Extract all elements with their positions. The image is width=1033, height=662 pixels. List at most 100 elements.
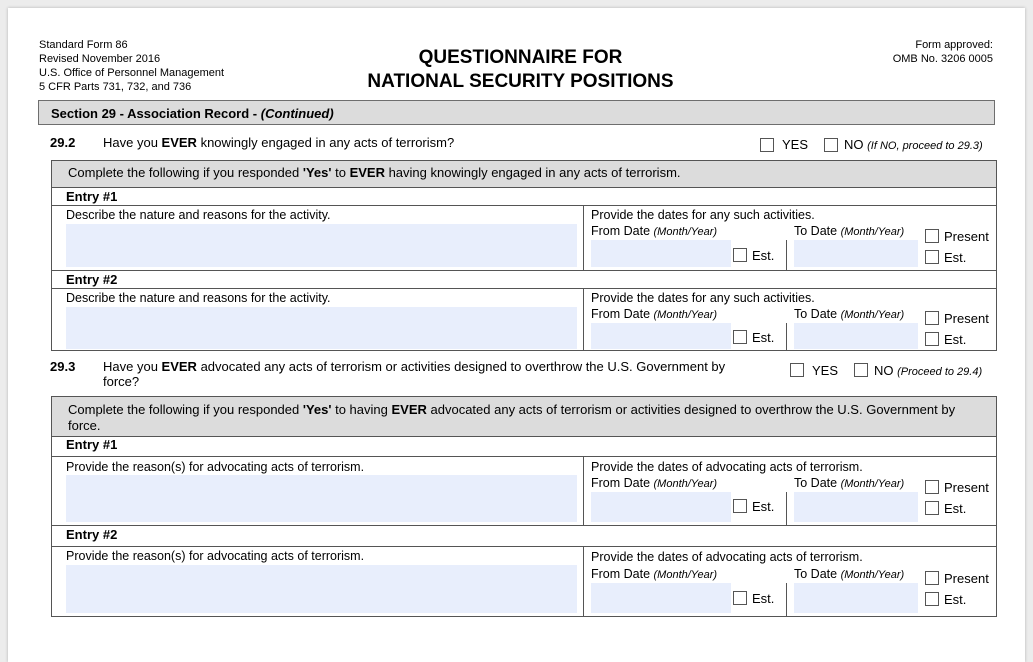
question-text-part: knowingly engaged in any acts of terrori… <box>196 135 455 150</box>
present-checkbox[interactable] <box>925 571 939 585</box>
question-text-part: advocated any acts of terrorism or activ… <box>196 359 726 374</box>
est-label: Est. <box>752 330 775 345</box>
title-line-1: QUESTIONNAIRE FOR <box>418 47 623 68</box>
divider <box>51 270 997 271</box>
form-agency: U.S. Office of Personnel Management <box>39 67 225 79</box>
instruction-yes: 'Yes' <box>302 402 332 417</box>
description-label: Provide the reason(s) for advocating act… <box>66 549 365 563</box>
form-cfr: 5 CFR Parts 731, 732, and 736 <box>39 81 192 93</box>
form-revision: Revised November 2016 <box>39 53 161 65</box>
divider <box>51 288 997 289</box>
month-year-hint: (Month/Year) <box>653 226 718 238</box>
to-est-checkbox[interactable] <box>925 501 939 515</box>
present-checkbox[interactable] <box>925 229 939 243</box>
from-est-checkbox[interactable] <box>733 330 747 344</box>
to-est-checkbox[interactable] <box>925 250 939 264</box>
month-year-hint: (Month/Year) <box>840 309 905 321</box>
est-label: Est. <box>944 501 967 516</box>
description-field[interactable] <box>66 475 577 522</box>
present-label: Present <box>944 571 989 586</box>
description-field[interactable] <box>66 565 577 613</box>
instruction-29-3: Complete the following if you responded … <box>52 397 996 437</box>
from-date-field[interactable] <box>591 323 731 349</box>
question-text-emphasis: EVER <box>161 359 197 374</box>
est-label: Est. <box>752 591 775 606</box>
month-year-hint: (Month/Year) <box>653 309 718 321</box>
no-checkbox-29-3[interactable] <box>854 363 868 377</box>
description-label: Provide the reason(s) for advocating act… <box>66 460 365 474</box>
instruction-text: having knowingly engaged in any acts of … <box>384 165 681 180</box>
dates-label: Provide the dates of advocating acts of … <box>591 550 863 564</box>
section-title: Section 29 - Association Record - <box>51 106 261 121</box>
from-date-field[interactable] <box>591 492 731 522</box>
to-date-field[interactable] <box>794 323 918 349</box>
form-page: Standard Form 86 Revised November 2016 U… <box>8 8 1025 662</box>
question-text-part: Have you <box>103 135 162 150</box>
question-number-29-2: 29.2 <box>50 135 76 150</box>
instruction-29-2: Complete the following if you responded … <box>52 161 996 188</box>
no-note: (If NO, proceed to 29.3) <box>867 140 983 152</box>
instruction-text: to <box>331 165 350 180</box>
from-date-label: From Date (Month/Year) <box>591 567 717 581</box>
from-date-field[interactable] <box>591 583 731 613</box>
yes-label-29-3: YES <box>812 363 839 378</box>
question-text-29-3: Have you EVER advocated any acts of terr… <box>103 359 763 389</box>
question-text-part: Have you <box>103 359 162 374</box>
to-date-label: To Date (Month/Year) <box>794 567 904 581</box>
from-date-label: From Date (Month/Year) <box>591 476 717 490</box>
present-label: Present <box>944 311 989 326</box>
month-year-hint: (Month/Year) <box>653 569 718 581</box>
description-field[interactable] <box>66 224 577 267</box>
entry-title: Entry #2 <box>66 272 118 287</box>
form-approved-label: Form approved: <box>915 39 993 51</box>
present-checkbox[interactable] <box>925 311 939 325</box>
section-continued: (Continued) <box>260 106 334 121</box>
question-text-emphasis: EVER <box>161 135 197 150</box>
instruction-text: to having <box>331 402 392 417</box>
description-label: Describe the nature and reasons for the … <box>66 291 331 305</box>
from-date-field[interactable] <box>591 240 731 267</box>
form-title: QUESTIONNAIRE FOR NATIONAL SECURITY POSI… <box>308 46 733 94</box>
dates-label: Provide the dates for any such activitie… <box>591 291 815 305</box>
to-date-field[interactable] <box>794 583 918 613</box>
question-text-part: force? <box>103 374 140 389</box>
from-est-checkbox[interactable] <box>733 499 747 513</box>
to-date-field[interactable] <box>794 240 918 267</box>
yes-checkbox-29-2[interactable] <box>760 138 774 152</box>
est-label: Est. <box>944 332 967 347</box>
form-number: Standard Form 86 <box>39 39 128 51</box>
dates-label: Provide the dates for any such activitie… <box>591 208 815 222</box>
from-est-checkbox[interactable] <box>733 591 747 605</box>
dates-label: Provide the dates of advocating acts of … <box>591 460 863 474</box>
question-text-29-2: Have you EVER knowingly engaged in any a… <box>103 135 454 150</box>
no-note: (Proceed to 29.4) <box>897 366 983 378</box>
description-label: Describe the nature and reasons for the … <box>66 208 331 222</box>
omb-number: OMB No. 3206 0005 <box>892 53 993 65</box>
divider <box>583 546 584 617</box>
question-number-29-3: 29.3 <box>50 359 76 374</box>
from-est-checkbox[interactable] <box>733 248 747 262</box>
section-header: Section 29 - Association Record - (Conti… <box>38 100 995 125</box>
from-date-label: From Date (Month/Year) <box>591 307 717 321</box>
description-field[interactable] <box>66 307 577 349</box>
entry-title: Entry #2 <box>66 527 118 542</box>
est-label: Est. <box>944 592 967 607</box>
to-est-checkbox[interactable] <box>925 592 939 606</box>
divider <box>583 456 584 525</box>
divider <box>786 240 787 270</box>
divider <box>786 583 787 617</box>
to-date-field[interactable] <box>794 492 918 522</box>
yes-checkbox-29-3[interactable] <box>790 363 804 377</box>
from-date-label: From Date (Month/Year) <box>591 224 717 238</box>
yes-label-29-2: YES <box>782 137 809 152</box>
instruction-ever: EVER <box>349 165 385 180</box>
no-text: NO <box>844 137 864 152</box>
no-checkbox-29-2[interactable] <box>824 138 838 152</box>
no-label-29-2: NO (If NO, proceed to 29.3) <box>844 137 983 152</box>
omb-approval: Form approved: OMB No. 3206 0005 <box>893 38 993 66</box>
present-checkbox[interactable] <box>925 480 939 494</box>
present-label: Present <box>944 480 989 495</box>
to-text: To Date <box>794 307 841 321</box>
to-est-checkbox[interactable] <box>925 332 939 346</box>
no-text: NO <box>874 363 894 378</box>
